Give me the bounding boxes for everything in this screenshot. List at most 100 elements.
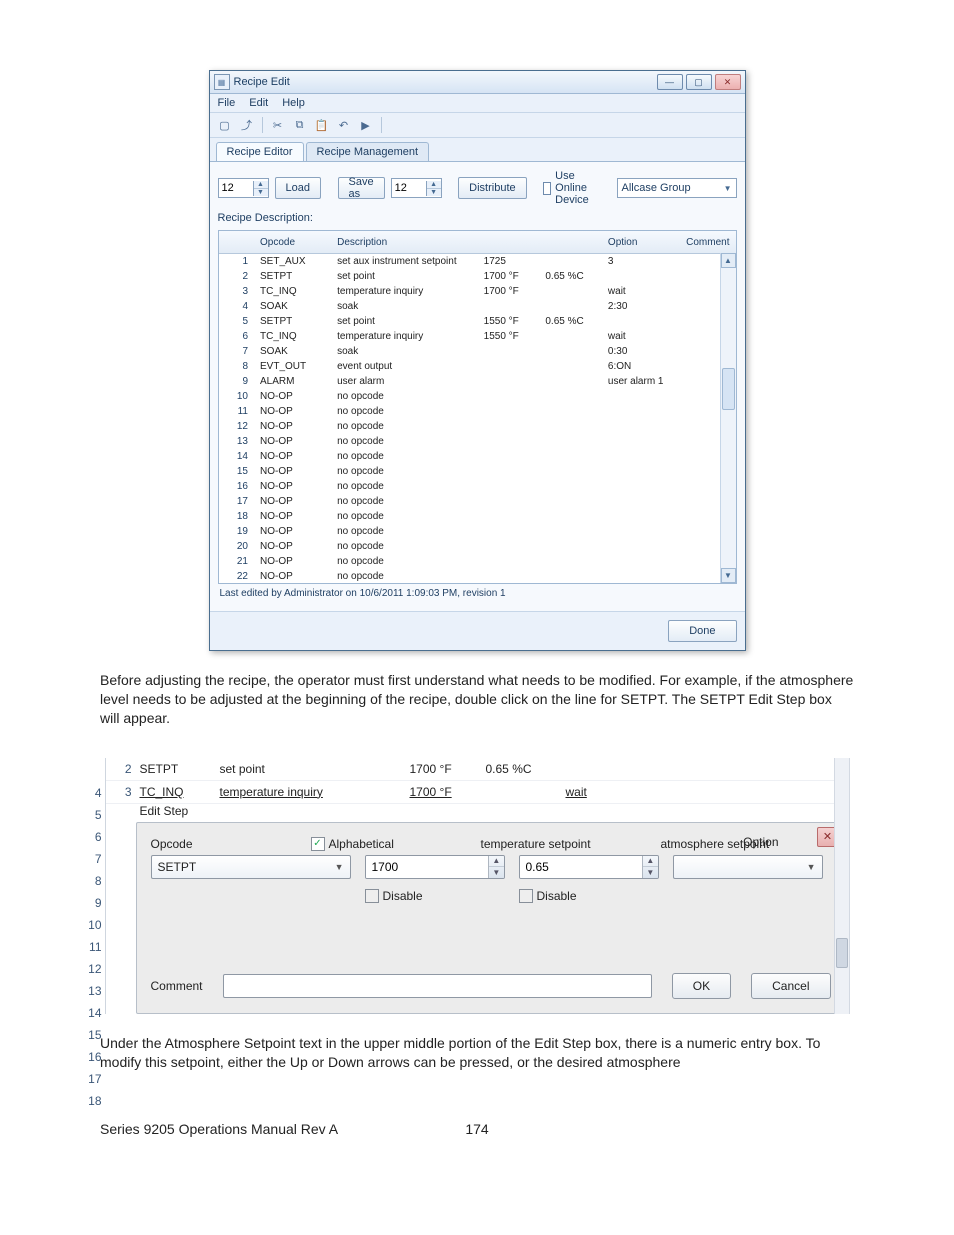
paste-icon[interactable]: 📋 bbox=[313, 116, 331, 134]
comment-input[interactable] bbox=[223, 974, 652, 998]
recipe-number-right[interactable]: ▲▼ bbox=[391, 178, 442, 198]
cell-atmo bbox=[539, 569, 602, 584]
ok-button[interactable]: OK bbox=[672, 973, 731, 999]
temperature-value[interactable] bbox=[366, 856, 489, 878]
recipe-grid[interactable]: Opcode Description Option Comment 1SET_A… bbox=[218, 230, 737, 584]
option-select[interactable]: ▼ bbox=[673, 855, 823, 879]
table-row[interactable]: 7SOAKsoak0:30 bbox=[219, 344, 736, 359]
table-row[interactable]: 6TC_INQtemperature inquiry1550 °Fwait bbox=[219, 329, 736, 344]
atmosphere-value[interactable] bbox=[520, 856, 643, 878]
recipe-number-left[interactable]: ▲▼ bbox=[218, 178, 269, 198]
copy-icon[interactable]: ⧉ bbox=[291, 116, 309, 134]
group-select[interactable]: Allcase Group ▼ bbox=[617, 178, 737, 198]
row-numbers-strip: 456789101112131415161718 bbox=[76, 782, 102, 1112]
checkbox-icon[interactable] bbox=[543, 182, 551, 195]
spin-up-icon[interactable]: ▲ bbox=[254, 181, 268, 189]
scroll-thumb[interactable] bbox=[836, 938, 848, 968]
table-row[interactable]: 20NO-OPno opcode bbox=[219, 539, 736, 554]
done-button[interactable]: Done bbox=[668, 620, 736, 642]
cell-temp: 1725 bbox=[478, 254, 540, 270]
new-icon[interactable]: ▢ bbox=[216, 116, 234, 134]
table-row[interactable]: 21NO-OPno opcode bbox=[219, 554, 736, 569]
atmosphere-setpoint-input[interactable]: ▲▼ bbox=[519, 855, 659, 879]
col-opcode[interactable]: Opcode bbox=[254, 231, 331, 254]
temperature-setpoint-input[interactable]: ▲▼ bbox=[365, 855, 505, 879]
alphabetical-checkbox[interactable]: ✓ Alphabetical bbox=[311, 837, 481, 851]
recipe-number-input[interactable] bbox=[392, 182, 426, 194]
table-row[interactable]: 15NO-OPno opcode bbox=[219, 464, 736, 479]
scroll-thumb[interactable] bbox=[722, 368, 735, 410]
cell-option bbox=[602, 494, 680, 509]
table-row[interactable]: 16NO-OPno opcode bbox=[219, 479, 736, 494]
table-row[interactable]: 13NO-OPno opcode bbox=[219, 434, 736, 449]
table-row[interactable]: 2SETPTset point1700 °F0.65 %C bbox=[219, 269, 736, 284]
menu-help[interactable]: Help bbox=[282, 97, 305, 109]
cell-index: 2 bbox=[219, 269, 255, 284]
undo-icon[interactable]: ↶ bbox=[335, 116, 353, 134]
titlebar[interactable]: ▦ Recipe Edit — ▢ ✕ bbox=[210, 71, 745, 94]
menu-file[interactable]: File bbox=[218, 97, 236, 109]
table-row[interactable]: 5SETPTset point1550 °F0.65 %C bbox=[219, 314, 736, 329]
table-row[interactable]: 8EVT_OUTevent output6:ON bbox=[219, 359, 736, 374]
row-description: set point bbox=[220, 762, 410, 776]
spin-up-icon[interactable]: ▲ bbox=[489, 856, 503, 868]
tab-recipe-editor[interactable]: Recipe Editor bbox=[216, 142, 304, 161]
table-row[interactable]: 14NO-OPno opcode bbox=[219, 449, 736, 464]
table-row[interactable]: 19NO-OPno opcode bbox=[219, 524, 736, 539]
cell-temp: 1700 °F bbox=[478, 284, 540, 299]
cell-description: user alarm bbox=[331, 374, 478, 389]
checkbox-icon[interactable] bbox=[365, 889, 379, 903]
spin-up-icon[interactable]: ▲ bbox=[427, 181, 441, 189]
tab-recipe-management[interactable]: Recipe Management bbox=[306, 142, 430, 161]
outer-scrollbar[interactable] bbox=[834, 758, 850, 1014]
table-row[interactable]: 18NO-OPno opcode bbox=[219, 509, 736, 524]
col-description[interactable]: Description bbox=[331, 231, 478, 254]
row-number: 14 bbox=[76, 1002, 102, 1024]
scroll-down-icon[interactable]: ▼ bbox=[721, 568, 736, 583]
peek-row[interactable]: 2 SETPT set point 1700 °F 0.65 %C bbox=[106, 758, 846, 781]
load-button[interactable]: Load bbox=[275, 177, 321, 199]
table-row[interactable]: 3TC_INQtemperature inquiry1700 °Fwait bbox=[219, 284, 736, 299]
opcode-label: Opcode bbox=[151, 837, 291, 851]
recipe-number-input[interactable] bbox=[219, 182, 253, 194]
checkbox-icon[interactable] bbox=[519, 889, 533, 903]
table-row[interactable]: 9ALARMuser alarmuser alarm 1 bbox=[219, 374, 736, 389]
checkbox-icon[interactable]: ✓ bbox=[311, 837, 325, 851]
table-row[interactable]: 12NO-OPno opcode bbox=[219, 419, 736, 434]
table-row[interactable]: 11NO-OPno opcode bbox=[219, 404, 736, 419]
col-comment[interactable]: Comment bbox=[680, 231, 735, 254]
spin-down-icon[interactable]: ▼ bbox=[427, 189, 441, 196]
table-row[interactable]: 4SOAKsoak2:30 bbox=[219, 299, 736, 314]
open-icon[interactable]: ⤴ bbox=[238, 116, 256, 134]
table-row[interactable]: 1SET_AUXset aux instrument setpoint17253 bbox=[219, 254, 736, 270]
row-index: 2 bbox=[106, 762, 140, 776]
table-row[interactable]: 17NO-OPno opcode bbox=[219, 494, 736, 509]
table-row[interactable]: 22NO-OPno opcode bbox=[219, 569, 736, 584]
spin-down-icon[interactable]: ▼ bbox=[489, 867, 503, 878]
maximize-button[interactable]: ▢ bbox=[686, 74, 712, 90]
cell-atmo bbox=[539, 329, 602, 344]
spin-down-icon[interactable]: ▼ bbox=[643, 867, 657, 878]
vertical-scrollbar[interactable]: ▲ ▼ bbox=[720, 253, 736, 583]
scroll-up-icon[interactable]: ▲ bbox=[721, 253, 736, 268]
cut-icon[interactable]: ✂ bbox=[269, 116, 287, 134]
cell-description: no opcode bbox=[331, 539, 478, 554]
cell-atmo bbox=[539, 404, 602, 419]
close-button[interactable]: ✕ bbox=[715, 74, 741, 90]
opcode-select[interactable]: SETPT ▼ bbox=[151, 855, 351, 879]
save-as-button[interactable]: Save as bbox=[338, 177, 385, 199]
table-row[interactable]: 10NO-OPno opcode bbox=[219, 389, 736, 404]
menu-edit[interactable]: Edit bbox=[249, 97, 268, 109]
cancel-button[interactable]: Cancel bbox=[751, 973, 830, 999]
cell-atmo bbox=[539, 554, 602, 569]
disable-temperature-checkbox[interactable]: Disable bbox=[365, 889, 505, 903]
disable-atmosphere-checkbox[interactable]: Disable bbox=[519, 889, 659, 903]
peek-row[interactable]: 3 TC_INQ temperature inquiry 1700 °F wai… bbox=[106, 781, 846, 804]
use-online-device-checkbox[interactable]: Use Online Device bbox=[543, 170, 604, 206]
minimize-button[interactable]: — bbox=[657, 74, 683, 90]
spin-up-icon[interactable]: ▲ bbox=[643, 856, 657, 868]
col-option[interactable]: Option bbox=[602, 231, 680, 254]
spin-down-icon[interactable]: ▼ bbox=[254, 189, 268, 196]
redo-icon[interactable]: ▶ bbox=[357, 116, 375, 134]
distribute-button[interactable]: Distribute bbox=[458, 177, 526, 199]
